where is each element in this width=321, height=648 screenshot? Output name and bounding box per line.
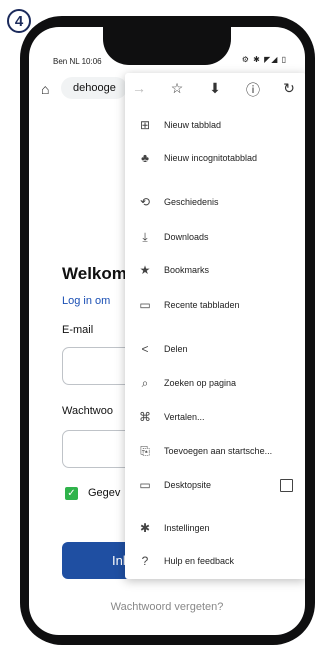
menu-item-settings[interactable]: ✱ Instellingen [125, 514, 305, 542]
menu-item-label: Desktopsite [164, 480, 212, 490]
info-icon[interactable]: ⓘ [243, 80, 263, 100]
camera-notch [103, 27, 231, 65]
password-label: Wachtwoo [62, 405, 113, 417]
incognito-icon: ♣ [141, 151, 149, 165]
menu-item-label: Zoeken op pagina [164, 378, 237, 388]
menu-item-label: Toevoegen aan startsche... [164, 446, 273, 456]
desktop-icon: ▭ [139, 478, 151, 492]
menu-item-share[interactable]: < Delen [125, 335, 305, 363]
menu-item-translate[interactable]: ⌘ Vertalen... [125, 403, 305, 431]
menu-item-bookmarks[interactable]: ★ Bookmarks [125, 256, 305, 284]
menu-item-new-tab[interactable]: ⊞ Nieuw tabblad [125, 111, 305, 139]
menu-item-incognito[interactable]: ♣ Nieuw incognitotabblad [125, 144, 305, 172]
menu-item-label: Hulp en feedback [164, 556, 235, 566]
menu-toolbar: → ☆ ⬇ ⓘ ↻ [125, 73, 305, 107]
menu-item-help[interactable]: ? Hulp en feedback [125, 547, 305, 575]
menu-item-downloads[interactable]: ⤓ Downloads [125, 223, 305, 251]
address-bar[interactable]: dehooge [61, 77, 127, 99]
remember-label: Gegev [88, 487, 121, 499]
menu-item-label: Delen [164, 344, 188, 354]
email-label: E-mail [62, 324, 94, 336]
menu-item-find-in-page[interactable]: ⌕ Zoeken op pagina [125, 369, 305, 397]
find-in-page-icon: ⌕ [141, 375, 149, 390]
remember-checkbox[interactable]: ✓ [65, 487, 78, 500]
settings-icon: ✱ [139, 521, 151, 535]
menu-item-desktop-site[interactable]: ▭ Desktopsite [125, 471, 305, 499]
menu-item-recent-tabs[interactable]: ▭ Recente tabbladen [125, 291, 305, 319]
menu-item-label: Vertalen... [164, 412, 205, 422]
forgot-password-link[interactable]: Wachtwoord vergeten? [29, 601, 305, 613]
menu-item-label: Nieuw incognitotabblad [164, 153, 258, 163]
browser-overflow-menu: → ☆ ⬇ ⓘ ↻ ⊞ Nieuw tabblad ♣ Nieuw incogn… [125, 73, 305, 579]
recent-tabs-icon: ▭ [139, 298, 151, 312]
new-tab-icon: ⊞ [139, 118, 151, 132]
phone-screen: Ben NL 10:06 ⚙ ✱ ◤◢ ▯ ⌂ dehooge Welkom L… [29, 27, 305, 635]
menu-item-label: Recente tabbladen [164, 300, 240, 310]
status-icons: ⚙ ✱ ◤◢ ▯ [241, 55, 287, 64]
star-icon[interactable]: ☆ [167, 80, 187, 100]
download-icon[interactable]: ⬇ [205, 80, 225, 100]
status-time: Ben NL 10:06 [53, 57, 102, 66]
share-icon: < [141, 342, 149, 356]
menu-item-label: Instellingen [164, 523, 210, 533]
add-to-home-icon: ⎘ [140, 443, 150, 458]
menu-item-label: Bookmarks [164, 265, 210, 275]
menu-item-label: Geschiedenis [164, 197, 219, 207]
forward-icon[interactable]: → [129, 80, 149, 100]
home-icon[interactable]: ⌂ [41, 81, 49, 97]
menu-item-add-to-home[interactable]: ⎘ Toevoegen aan startsche... [125, 437, 305, 465]
help-icon: ? [141, 554, 149, 568]
menu-item-label: Nieuw tabblad [164, 120, 222, 130]
translate-icon: ⌘ [139, 410, 151, 424]
reload-icon[interactable]: ↻ [279, 80, 299, 100]
step-number-badge: 4 [7, 9, 31, 33]
login-subtitle-link[interactable]: Log in om [62, 295, 110, 307]
menu-item-label: Downloads [164, 232, 209, 242]
desktop-site-checkbox[interactable] [280, 478, 293, 492]
downloads-icon: ⤓ [142, 229, 148, 244]
welcome-heading: Welkom [62, 264, 127, 283]
history-icon: ⟲ [139, 195, 151, 209]
menu-item-history[interactable]: ⟲ Geschiedenis [125, 188, 305, 216]
star-icon: ★ [139, 263, 151, 277]
